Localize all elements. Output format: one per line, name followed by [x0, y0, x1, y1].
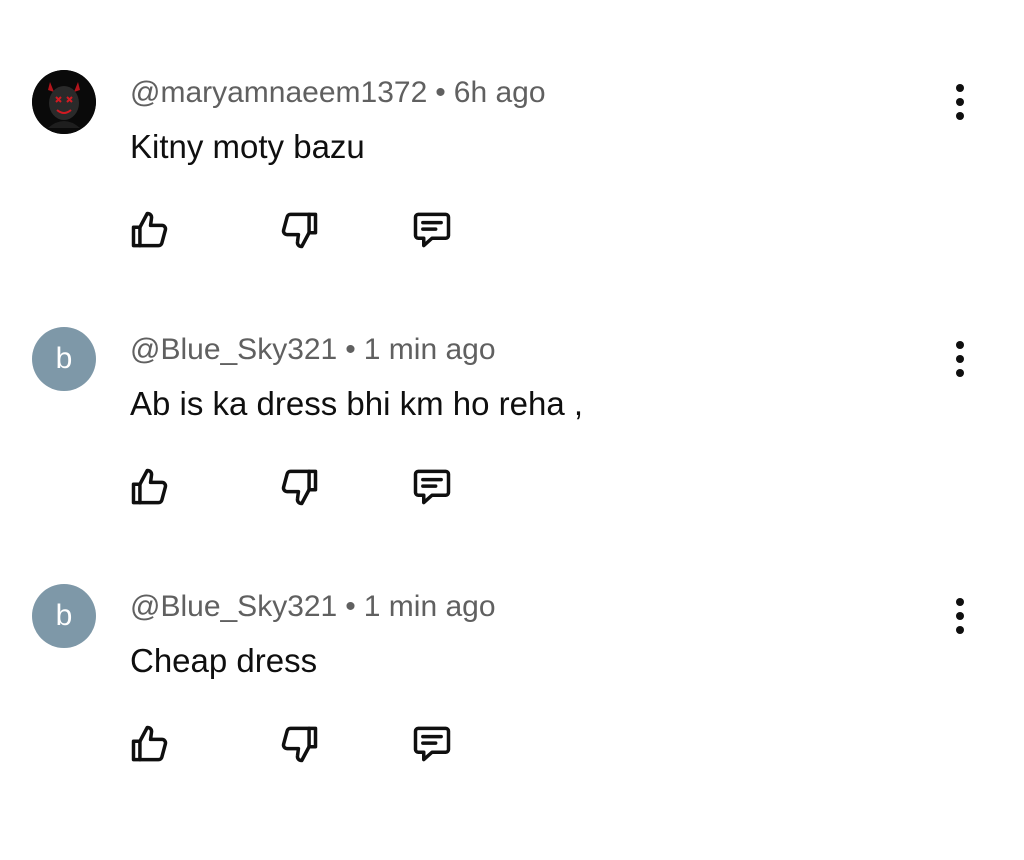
- meta-separator: •: [345, 590, 356, 623]
- author-handle[interactable]: @Blue_Sky321: [130, 333, 337, 366]
- comment-meta: @maryamnaeem1372 • 6h ago: [130, 74, 546, 112]
- avatar[interactable]: b: [32, 584, 96, 648]
- comment-text: Kitny moty bazu: [130, 128, 365, 165]
- comment-time: 1 min ago: [363, 333, 496, 366]
- like-button[interactable]: [126, 463, 174, 511]
- more-vertical-icon: [956, 84, 964, 120]
- author-handle[interactable]: @maryamnaeem1372: [130, 76, 427, 109]
- avatar[interactable]: [32, 70, 96, 134]
- meta-separator: •: [435, 76, 446, 109]
- comment-reply-icon: [413, 212, 451, 248]
- avatar-letter: b: [55, 342, 73, 375]
- like-button[interactable]: [126, 720, 174, 768]
- dislike-button[interactable]: [275, 206, 323, 254]
- reply-button[interactable]: [408, 463, 456, 511]
- comment-text: Ab is ka dress bhi km ho reha ,: [130, 385, 584, 422]
- thumb-down-icon: [281, 469, 318, 506]
- thumb-up-icon: [131, 211, 168, 248]
- comment-time: 6h ago: [453, 76, 546, 109]
- comment-item: b @Blue_Sky321 • 1 min ago Ab is ka dress …: [0, 257, 1024, 514]
- like-button[interactable]: [126, 206, 174, 254]
- reply-button[interactable]: [408, 720, 456, 768]
- comment-reply-icon: [413, 726, 451, 762]
- comment-meta: @Blue_Sky321 • 1 min ago: [130, 588, 496, 626]
- dislike-button[interactable]: [275, 463, 323, 511]
- reply-button[interactable]: [408, 206, 456, 254]
- thumb-down-icon: [281, 726, 318, 763]
- avatar[interactable]: b: [32, 327, 96, 391]
- author-handle[interactable]: @Blue_Sky321: [130, 590, 337, 623]
- dark-mask-avatar-icon: [32, 70, 96, 134]
- comment-text: Cheap dress: [130, 642, 318, 679]
- more-vertical-icon: [956, 598, 964, 634]
- comment-reply-icon: [413, 469, 451, 505]
- comment-item: b @Blue_Sky321 • 1 min ago Cheap dress: [0, 514, 1024, 771]
- more-options-button[interactable]: [938, 335, 982, 383]
- dislike-button[interactable]: [275, 720, 323, 768]
- comment-item: @maryamnaeem1372 • 6h ago Kitny moty bazu: [0, 0, 1024, 257]
- thumb-down-icon: [281, 212, 318, 249]
- thumb-up-icon: [131, 725, 168, 762]
- thumb-up-icon: [131, 468, 168, 505]
- more-options-button[interactable]: [938, 78, 982, 126]
- more-options-button[interactable]: [938, 592, 982, 640]
- more-vertical-icon: [956, 341, 964, 377]
- comment-time: 1 min ago: [363, 590, 496, 623]
- avatar-letter: b: [55, 599, 73, 632]
- comment-meta: @Blue_Sky321 • 1 min ago: [130, 331, 496, 369]
- meta-separator: •: [345, 333, 356, 366]
